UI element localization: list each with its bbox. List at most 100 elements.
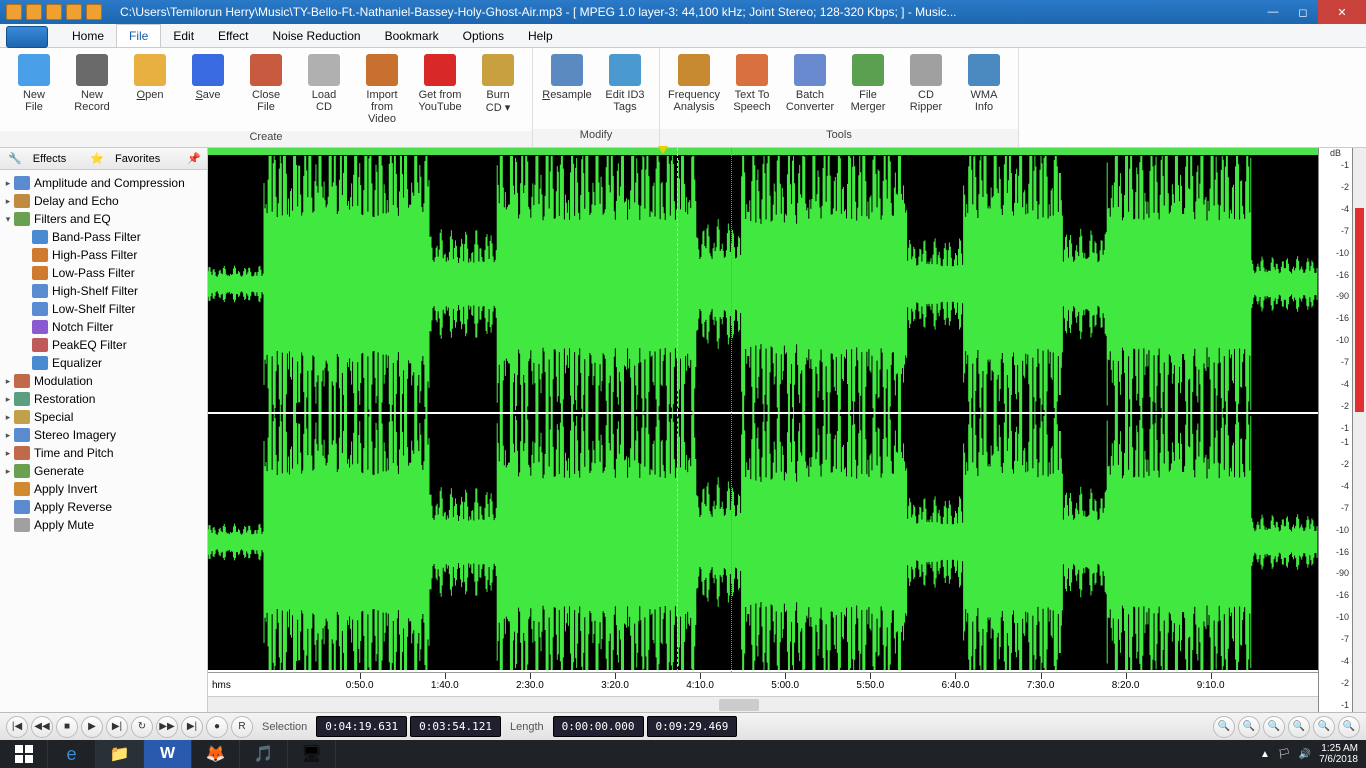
expand-icon[interactable]: ▸ <box>2 448 14 459</box>
tray-volume-icon[interactable]: 🔊 <box>1299 749 1311 760</box>
tab-file[interactable]: File <box>116 24 161 47</box>
side-tab-favorites[interactable]: ⭐ Favorites <box>82 150 176 167</box>
start-button[interactable] <box>0 740 48 768</box>
tree-node[interactable]: High-Pass Filter <box>2 246 205 264</box>
channel-right[interactable] <box>208 414 1318 672</box>
expand-icon[interactable]: ▸ <box>2 394 14 405</box>
expand-icon[interactable]: ▸ <box>2 376 14 387</box>
zoom-v-button[interactable]: 🔍 <box>1338 716 1360 738</box>
tree-node[interactable]: ▸Time and Pitch <box>2 444 205 462</box>
app-menu-button[interactable] <box>6 26 48 48</box>
save-button[interactable]: Save <box>180 52 236 103</box>
tree-node[interactable]: ▸Generate <box>2 462 205 480</box>
edit-id3-button[interactable]: Edit ID3Tags <box>597 52 653 115</box>
tree-node[interactable]: ▾Filters and EQ <box>2 210 205 228</box>
import-video-button[interactable]: Importfrom Video <box>354 52 410 127</box>
zoom-in-button[interactable]: 🔍 <box>1213 716 1235 738</box>
waveform-channels[interactable] <box>208 156 1318 672</box>
tts-button[interactable]: Text ToSpeech <box>724 52 780 115</box>
expand-icon[interactable]: ▾ <box>2 214 14 225</box>
tab-home[interactable]: Home <box>60 25 116 47</box>
close-button[interactable]: ✕ <box>1318 0 1366 24</box>
zoom-full-button[interactable]: 🔍 <box>1313 716 1335 738</box>
side-tab-effects[interactable]: 🔧 Effects <box>0 150 82 167</box>
qat-icon[interactable] <box>26 4 42 20</box>
close-file-button[interactable]: CloseFile <box>238 52 294 115</box>
transport-button-2[interactable]: ■ <box>56 716 78 738</box>
tree-node[interactable]: High-Shelf Filter <box>2 282 205 300</box>
qat-icon[interactable] <box>86 4 102 20</box>
taskbar-explorer-icon[interactable]: 📁 <box>96 740 144 768</box>
burn-cd-button[interactable]: BurnCD ▾ <box>470 52 526 116</box>
load-cd-button[interactable]: LoadCD <box>296 52 352 115</box>
freq-analysis-button[interactable]: FrequencyAnalysis <box>666 52 722 115</box>
expand-icon[interactable]: ▸ <box>2 412 14 423</box>
expand-icon[interactable]: ▸ <box>2 430 14 441</box>
timeline-ruler[interactable]: hms0:50.01:40.02:30.03:20.04:10.05:00.05… <box>208 672 1318 696</box>
expand-icon[interactable]: ▸ <box>2 196 14 207</box>
tree-node[interactable]: ▸Amplitude and Compression <box>2 174 205 192</box>
tray-chevron-icon[interactable]: ▲ <box>1260 749 1270 760</box>
transport-button-6[interactable]: ▶▶ <box>156 716 178 738</box>
tree-node[interactable]: Low-Pass Filter <box>2 264 205 282</box>
taskbar-word-icon[interactable]: W <box>144 740 192 768</box>
zoom-sel-button[interactable]: 🔍 <box>1263 716 1285 738</box>
batch-button[interactable]: BatchConverter <box>782 52 838 115</box>
transport-button-4[interactable]: ▶| <box>106 716 128 738</box>
tree-node[interactable]: ▸Delay and Echo <box>2 192 205 210</box>
resample-button[interactable]: Resample <box>539 52 595 103</box>
qat-icon[interactable] <box>46 4 62 20</box>
transport-button-1[interactable]: ◀◀ <box>31 716 53 738</box>
selection-end-marker[interactable] <box>731 148 732 712</box>
tree-node[interactable]: Notch Filter <box>2 318 205 336</box>
channel-left[interactable] <box>208 156 1318 414</box>
transport-button-3[interactable]: ▶ <box>81 716 103 738</box>
transport-button-5[interactable]: ↻ <box>131 716 153 738</box>
tree-node[interactable]: Equalizer <box>2 354 205 372</box>
overview-marker-icon[interactable] <box>658 146 668 154</box>
tree-node[interactable]: PeakEQ Filter <box>2 336 205 354</box>
taskbar-clock[interactable]: 1:25 AM 7/6/2018 <box>1319 743 1358 765</box>
tree-node[interactable]: Apply Invert <box>2 480 205 498</box>
merger-button[interactable]: FileMerger <box>840 52 896 115</box>
horizontal-scrollbar[interactable] <box>208 696 1318 712</box>
tab-help[interactable]: Help <box>516 25 565 47</box>
ripper-button[interactable]: CDRipper <box>898 52 954 115</box>
zoom-out-button[interactable]: 🔍 <box>1238 716 1260 738</box>
tree-node[interactable]: ▸Modulation <box>2 372 205 390</box>
tree-node[interactable]: ▸Restoration <box>2 390 205 408</box>
taskbar-app-icon[interactable]: 🎵 <box>240 740 288 768</box>
tab-edit[interactable]: Edit <box>161 25 206 47</box>
overview-bar[interactable] <box>208 148 1318 156</box>
taskbar-firefox-icon[interactable]: 🦊 <box>192 740 240 768</box>
tree-node[interactable]: Apply Reverse <box>2 498 205 516</box>
tab-noise-reduction[interactable]: Noise Reduction <box>261 25 373 47</box>
tree-node[interactable]: ▸Stereo Imagery <box>2 426 205 444</box>
maximize-button[interactable]: ◻ <box>1288 0 1318 24</box>
tab-bookmark[interactable]: Bookmark <box>373 25 451 47</box>
new-file-button[interactable]: NewFile <box>6 52 62 115</box>
transport-button-0[interactable]: |◀ <box>6 716 28 738</box>
tree-node[interactable]: ▸Special <box>2 408 205 426</box>
tab-options[interactable]: Options <box>451 25 516 47</box>
transport-button-7[interactable]: ▶| <box>181 716 203 738</box>
wma-button[interactable]: WMAInfo <box>956 52 1012 115</box>
qat-icon[interactable] <box>6 4 22 20</box>
tree-node[interactable]: Apply Mute <box>2 516 205 534</box>
taskbar-app2-icon[interactable]: 🖥 <box>288 740 336 768</box>
open-button[interactable]: Open <box>122 52 178 103</box>
tree-node[interactable]: Band-Pass Filter <box>2 228 205 246</box>
expand-icon[interactable]: ▸ <box>2 466 14 477</box>
tab-effect[interactable]: Effect <box>206 25 260 47</box>
new-record-button[interactable]: NewRecord <box>64 52 120 115</box>
pin-icon[interactable]: 📌 <box>179 150 207 167</box>
taskbar-ie-icon[interactable]: e <box>48 740 96 768</box>
scrollbar-thumb[interactable] <box>719 699 759 711</box>
expand-icon[interactable]: ▸ <box>2 178 14 189</box>
tray-flag-icon[interactable]: 🏳 <box>1278 749 1291 760</box>
youtube-button[interactable]: Get fromYouTube <box>412 52 468 115</box>
qat-icon[interactable] <box>66 4 82 20</box>
playhead-cursor[interactable] <box>677 148 678 712</box>
tree-node[interactable]: Low-Shelf Filter <box>2 300 205 318</box>
minimize-button[interactable]: — <box>1258 0 1288 24</box>
